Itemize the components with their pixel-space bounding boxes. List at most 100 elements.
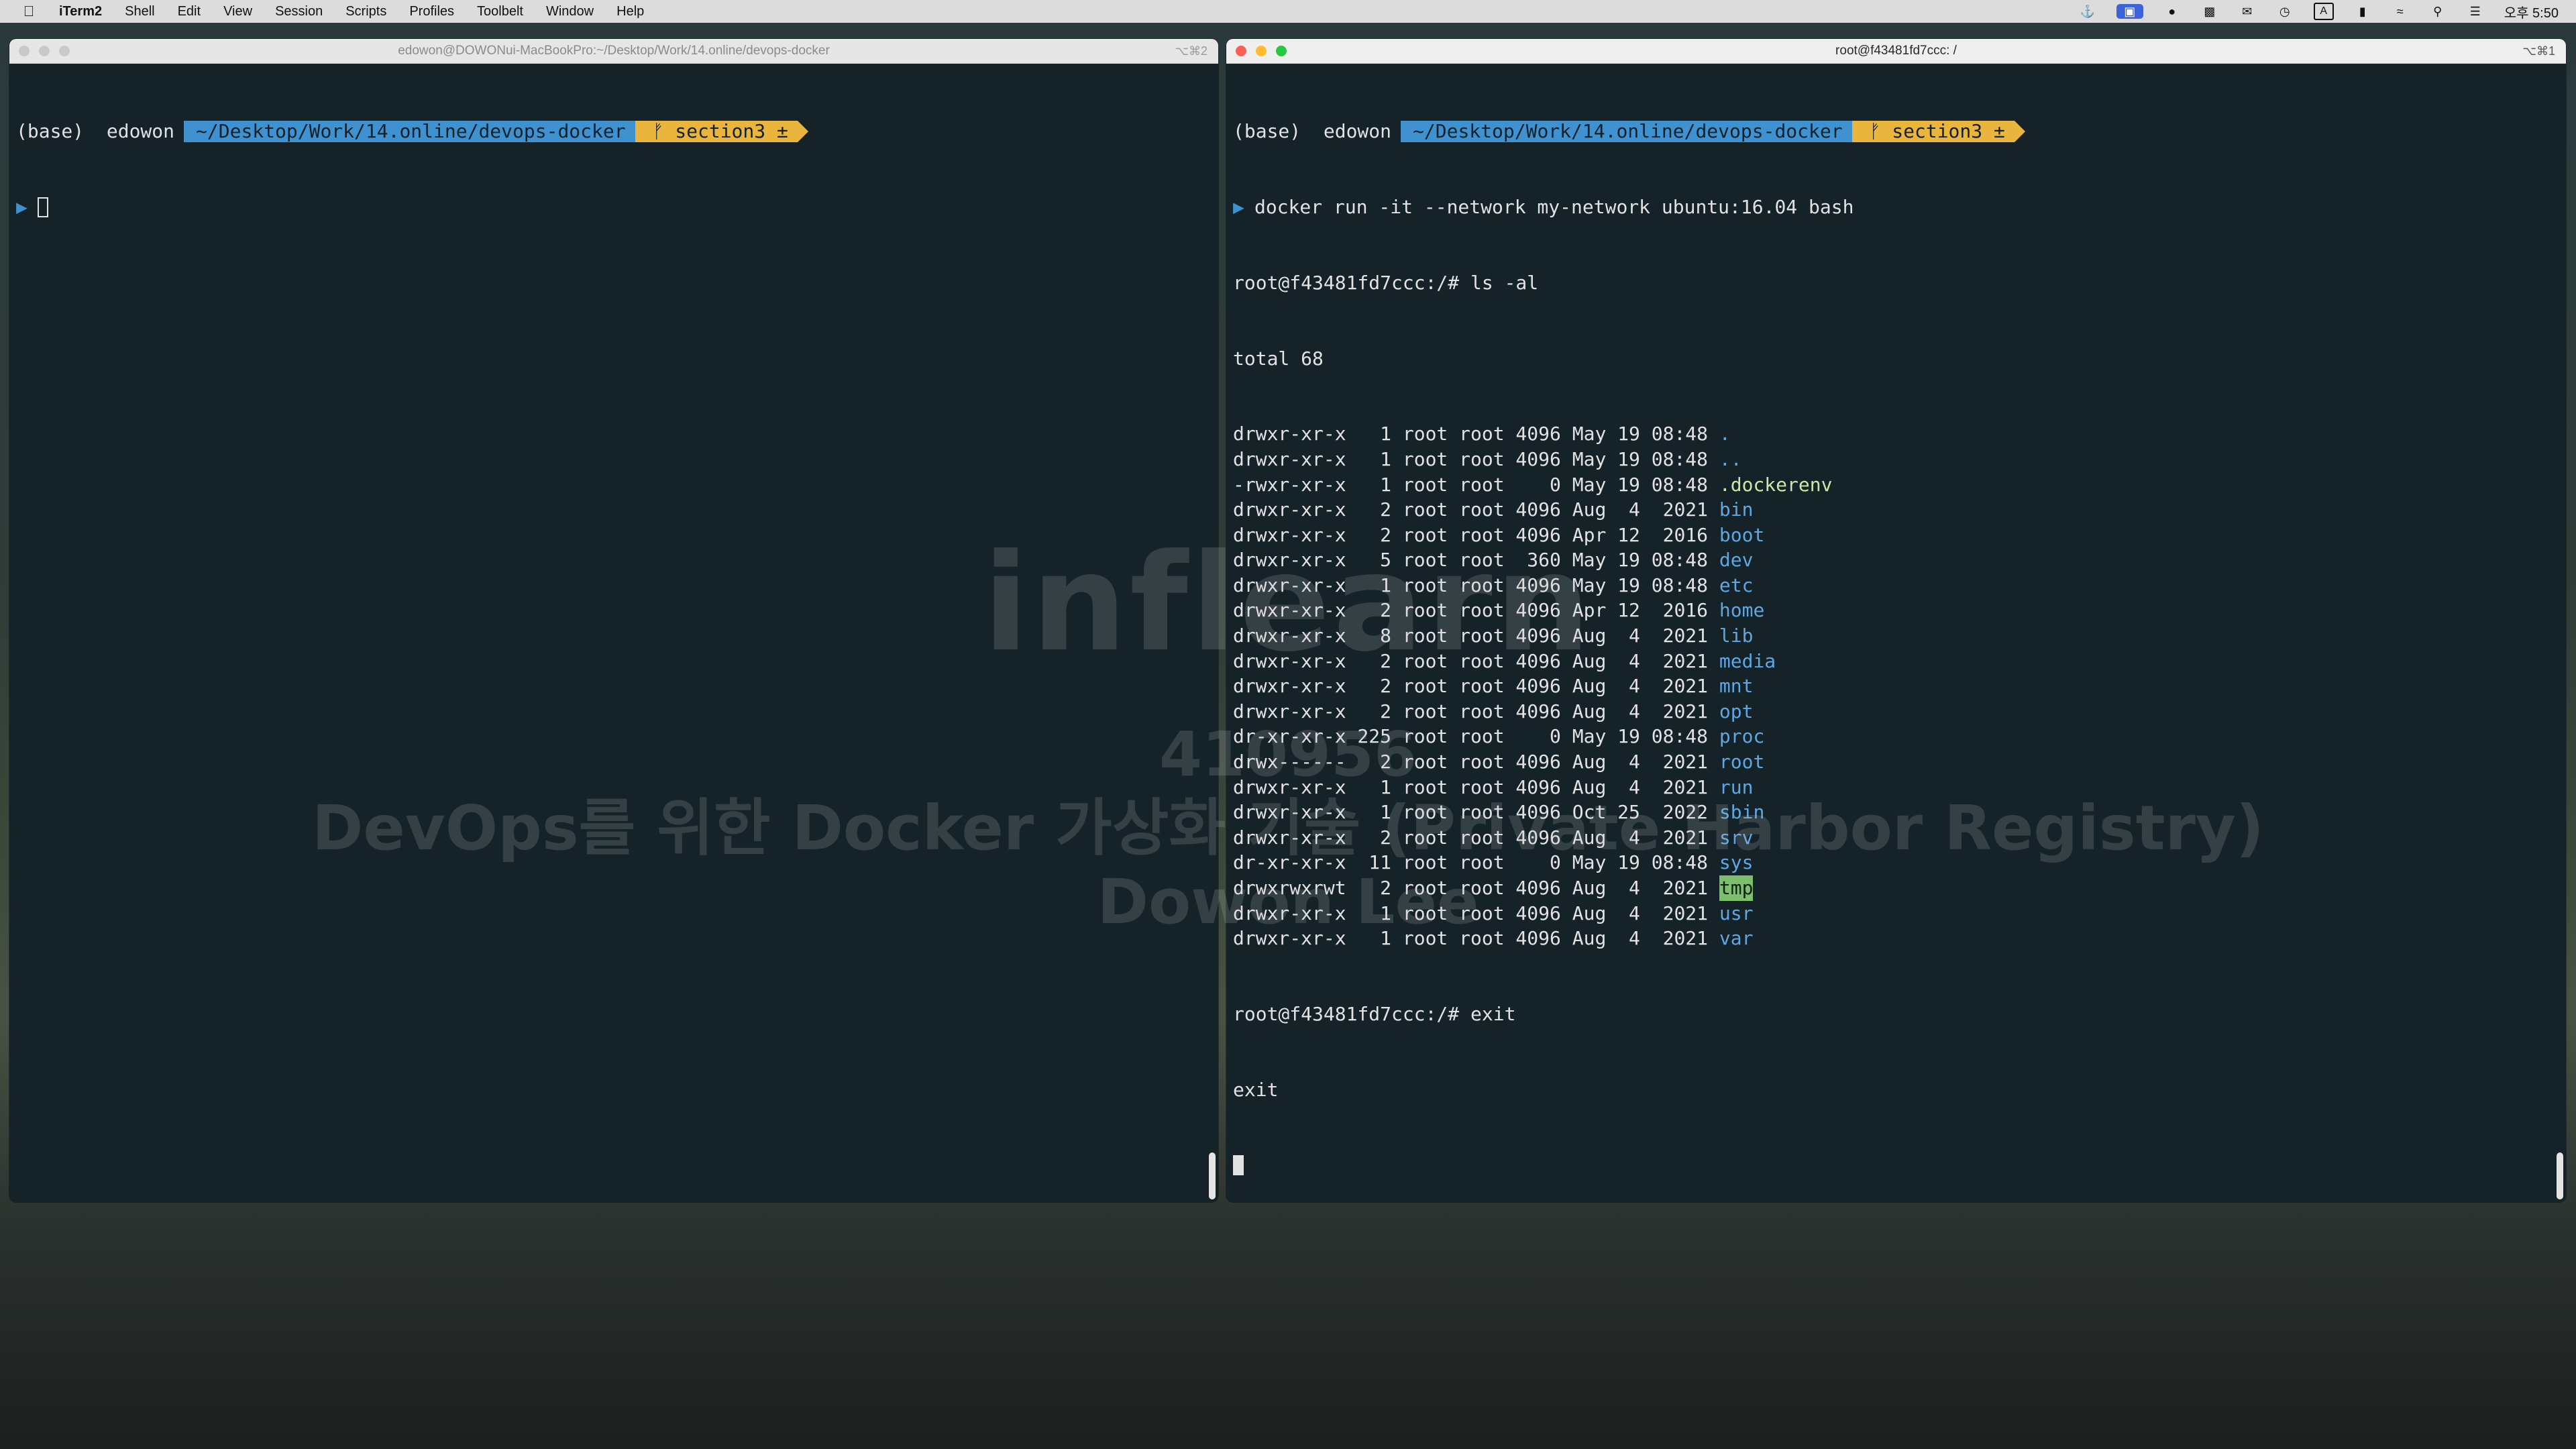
listing-name: . bbox=[1719, 423, 1731, 445]
listing-name: srv bbox=[1719, 826, 1754, 849]
listing-name: etc bbox=[1719, 574, 1754, 596]
listing-name: tmp bbox=[1719, 875, 1754, 901]
prompt-git-branch: ᚠ section3 ± bbox=[1851, 120, 2026, 142]
window-shortcut: ⌥⌘1 bbox=[2522, 44, 2555, 58]
terminal-window-right[interactable]: root@f43481fd7ccc: / ⌥⌘1 (base) edowon ~… bbox=[1226, 39, 2566, 1202]
scrollbar[interactable] bbox=[2557, 1152, 2563, 1199]
listing-meta: drwx------ 2 root root 4096 Aug 4 2021 bbox=[1233, 751, 1719, 773]
listing-row: dr-xr-xr-x 225 root root 0 May 19 08:48 … bbox=[1233, 724, 2553, 749]
screen-share-icon[interactable]: ▣ bbox=[2116, 4, 2143, 19]
terminal-output[interactable]: (base) edowon ~/Desktop/Work/14.online/d… bbox=[1233, 68, 2553, 1202]
listing-name: sbin bbox=[1719, 801, 1765, 824]
prompt-path: ~/Desktop/Work/14.online/devops-docker bbox=[184, 120, 646, 142]
search-icon[interactable]: ⚲ bbox=[2429, 4, 2447, 19]
listing-name: run bbox=[1719, 775, 1754, 798]
listing-name: dev bbox=[1719, 549, 1754, 572]
listing-row: -rwxr-xr-x 1 root root 0 May 19 08:48 .d… bbox=[1233, 472, 2553, 498]
terminal-output[interactable]: (base) edowon ~/Desktop/Work/14.online/d… bbox=[16, 68, 1205, 1202]
listing-row: drwxr-xr-x 2 root root 4096 Aug 4 2021 o… bbox=[1233, 699, 2553, 724]
listing-row: drwxr-xr-x 1 root root 4096 Aug 4 2021 r… bbox=[1233, 775, 2553, 800]
ls-total: total 68 bbox=[1233, 347, 1324, 370]
window-title: edowon@DOWONui-MacBookPro:~/Desktop/Work… bbox=[398, 44, 830, 58]
listing-name: home bbox=[1719, 599, 1765, 622]
docker-icon[interactable]: ⚓ bbox=[2079, 4, 2096, 19]
listing-row: drwxr-xr-x 1 root root 4096 Aug 4 2021 u… bbox=[1233, 901, 2553, 926]
clock[interactable]: 오후 5:50 bbox=[2504, 2, 2559, 21]
listing-name: .. bbox=[1719, 447, 1742, 470]
listing-name: root bbox=[1719, 751, 1765, 773]
control-center-icon[interactable]: ☰ bbox=[2467, 4, 2484, 19]
listing-meta: drwxrwxrwt 2 root root 4096 Aug 4 2021 bbox=[1233, 877, 1719, 899]
text-cursor bbox=[1233, 1155, 1244, 1176]
listing-meta: drwxr-xr-x 5 root root 360 May 19 08:48 bbox=[1233, 549, 1719, 572]
close-button[interactable] bbox=[1236, 46, 1246, 56]
prompt-arrow-icon: ▶ bbox=[16, 195, 28, 218]
listing-row: drwxr-xr-x 2 root root 4096 Aug 4 2021 m… bbox=[1233, 674, 2553, 699]
listing-row: dr-xr-xr-x 11 root root 0 May 19 08:48 s… bbox=[1233, 850, 2553, 875]
listing-row: drwxr-xr-x 2 root root 4096 Aug 4 2021 m… bbox=[1233, 649, 2553, 674]
close-button[interactable] bbox=[19, 46, 30, 56]
menu-window[interactable]: Window bbox=[546, 4, 594, 19]
exit-command-line: root@f43481fd7ccc:/# exit bbox=[1233, 1002, 1516, 1025]
menu-session[interactable]: Session bbox=[275, 4, 323, 19]
apple-icon[interactable]:  bbox=[17, 3, 40, 20]
menu-edit[interactable]: Edit bbox=[178, 4, 201, 19]
input-line[interactable]: ▶ bbox=[16, 195, 1205, 220]
listing-row: drwxr-xr-x 1 root root 4096 May 19 08:48… bbox=[1233, 573, 2553, 598]
battery-icon[interactable]: ▮ bbox=[2354, 4, 2371, 19]
listing-row: drwxr-xr-x 1 root root 4096 Oct 25 2022 … bbox=[1233, 800, 2553, 825]
time-machine-icon[interactable]: ◷ bbox=[2276, 4, 2294, 19]
terminal-window-left[interactable]: edowon@DOWONui-MacBookPro:~/Desktop/Work… bbox=[9, 39, 1218, 1202]
scrollbar[interactable] bbox=[1209, 1152, 1216, 1199]
listing-name: var bbox=[1719, 927, 1754, 950]
input-line[interactable] bbox=[1233, 1153, 2553, 1179]
menu-view[interactable]: View bbox=[223, 4, 252, 19]
exit-output-line: exit bbox=[1233, 1078, 1279, 1101]
menu-bar:  iTerm2 Shell Edit View Session Scripts… bbox=[0, 0, 2576, 23]
prompt-user: (base) edowon bbox=[1233, 120, 1392, 143]
input-a-icon[interactable]: A bbox=[2313, 3, 2334, 20]
window-shortcut: ⌥⌘2 bbox=[1175, 44, 1208, 58]
menu-app-name[interactable]: iTerm2 bbox=[59, 4, 102, 19]
camera-icon[interactable]: ▩ bbox=[2201, 4, 2218, 19]
listing-name: boot bbox=[1719, 523, 1765, 546]
prompt-line: (base) edowon ~/Desktop/Work/14.online/d… bbox=[1233, 119, 2553, 144]
window-titlebar[interactable]: root@f43481fd7ccc: / ⌥⌘1 bbox=[1226, 39, 2566, 64]
menu-scripts[interactable]: Scripts bbox=[345, 4, 386, 19]
window-controls bbox=[19, 46, 70, 56]
prompt-arrow-icon: ▶ bbox=[1233, 195, 1244, 218]
listing-row: drwxr-xr-x 1 root root 4096 May 19 08:48… bbox=[1233, 421, 2553, 447]
listing-row: drwxr-xr-x 2 root root 4096 Aug 4 2021 b… bbox=[1233, 497, 2553, 523]
messenger-icon[interactable]: ✉ bbox=[2239, 4, 2256, 19]
prompt-path: ~/Desktop/Work/14.online/devops-docker bbox=[1401, 120, 1863, 142]
listing-row: drwx------ 2 root root 4096 Aug 4 2021 r… bbox=[1233, 749, 2553, 775]
listing-row: drwxr-xr-x 2 root root 4096 Apr 12 2016 … bbox=[1233, 598, 2553, 623]
listing-name: proc bbox=[1719, 725, 1765, 748]
menu-toolbelt[interactable]: Toolbelt bbox=[477, 4, 523, 19]
listing-meta: drwxr-xr-x 8 root root 4096 Aug 4 2021 bbox=[1233, 625, 1719, 647]
prompt-user: (base) edowon bbox=[16, 120, 175, 143]
listing-name: media bbox=[1719, 649, 1776, 672]
chat-icon[interactable]: ● bbox=[2163, 4, 2181, 19]
listing-name: opt bbox=[1719, 700, 1754, 722]
listing-meta: drwxr-xr-x 2 root root 4096 Aug 4 2021 bbox=[1233, 675, 1719, 698]
window-title: root@f43481fd7ccc: / bbox=[1835, 44, 1957, 58]
listing-meta: drwxr-xr-x 2 root root 4096 Aug 4 2021 bbox=[1233, 826, 1719, 849]
listing-meta: drwxr-xr-x 2 root root 4096 Apr 12 2016 bbox=[1233, 523, 1719, 546]
listing-row: drwxr-xr-x 1 root root 4096 May 19 08:48… bbox=[1233, 447, 2553, 472]
minimize-button[interactable] bbox=[39, 46, 50, 56]
window-titlebar[interactable]: edowon@DOWONui-MacBookPro:~/Desktop/Work… bbox=[9, 39, 1218, 64]
menu-profiles[interactable]: Profiles bbox=[409, 4, 454, 19]
menu-shell[interactable]: Shell bbox=[125, 4, 154, 19]
status-area: ⚓ ▣ ● ▩ ✉ ◷ A ▮ ≈ ⚲ ☰ 오후 5:50 bbox=[2079, 0, 2559, 23]
wifi-icon[interactable]: ≈ bbox=[2392, 4, 2409, 19]
listing-meta: drwxr-xr-x 2 root root 4096 Apr 12 2016 bbox=[1233, 599, 1719, 622]
zoom-button[interactable] bbox=[1276, 46, 1287, 56]
listing-meta: drwxr-xr-x 1 root root 4096 May 19 08:48 bbox=[1233, 447, 1719, 470]
menu-help[interactable]: Help bbox=[616, 4, 644, 19]
listing-meta: drwxr-xr-x 2 root root 4096 Aug 4 2021 bbox=[1233, 649, 1719, 672]
listing-name: sys bbox=[1719, 851, 1754, 874]
listing-row: drwxr-xr-x 5 root root 360 May 19 08:48 … bbox=[1233, 547, 2553, 573]
zoom-button[interactable] bbox=[59, 46, 70, 56]
minimize-button[interactable] bbox=[1256, 46, 1267, 56]
